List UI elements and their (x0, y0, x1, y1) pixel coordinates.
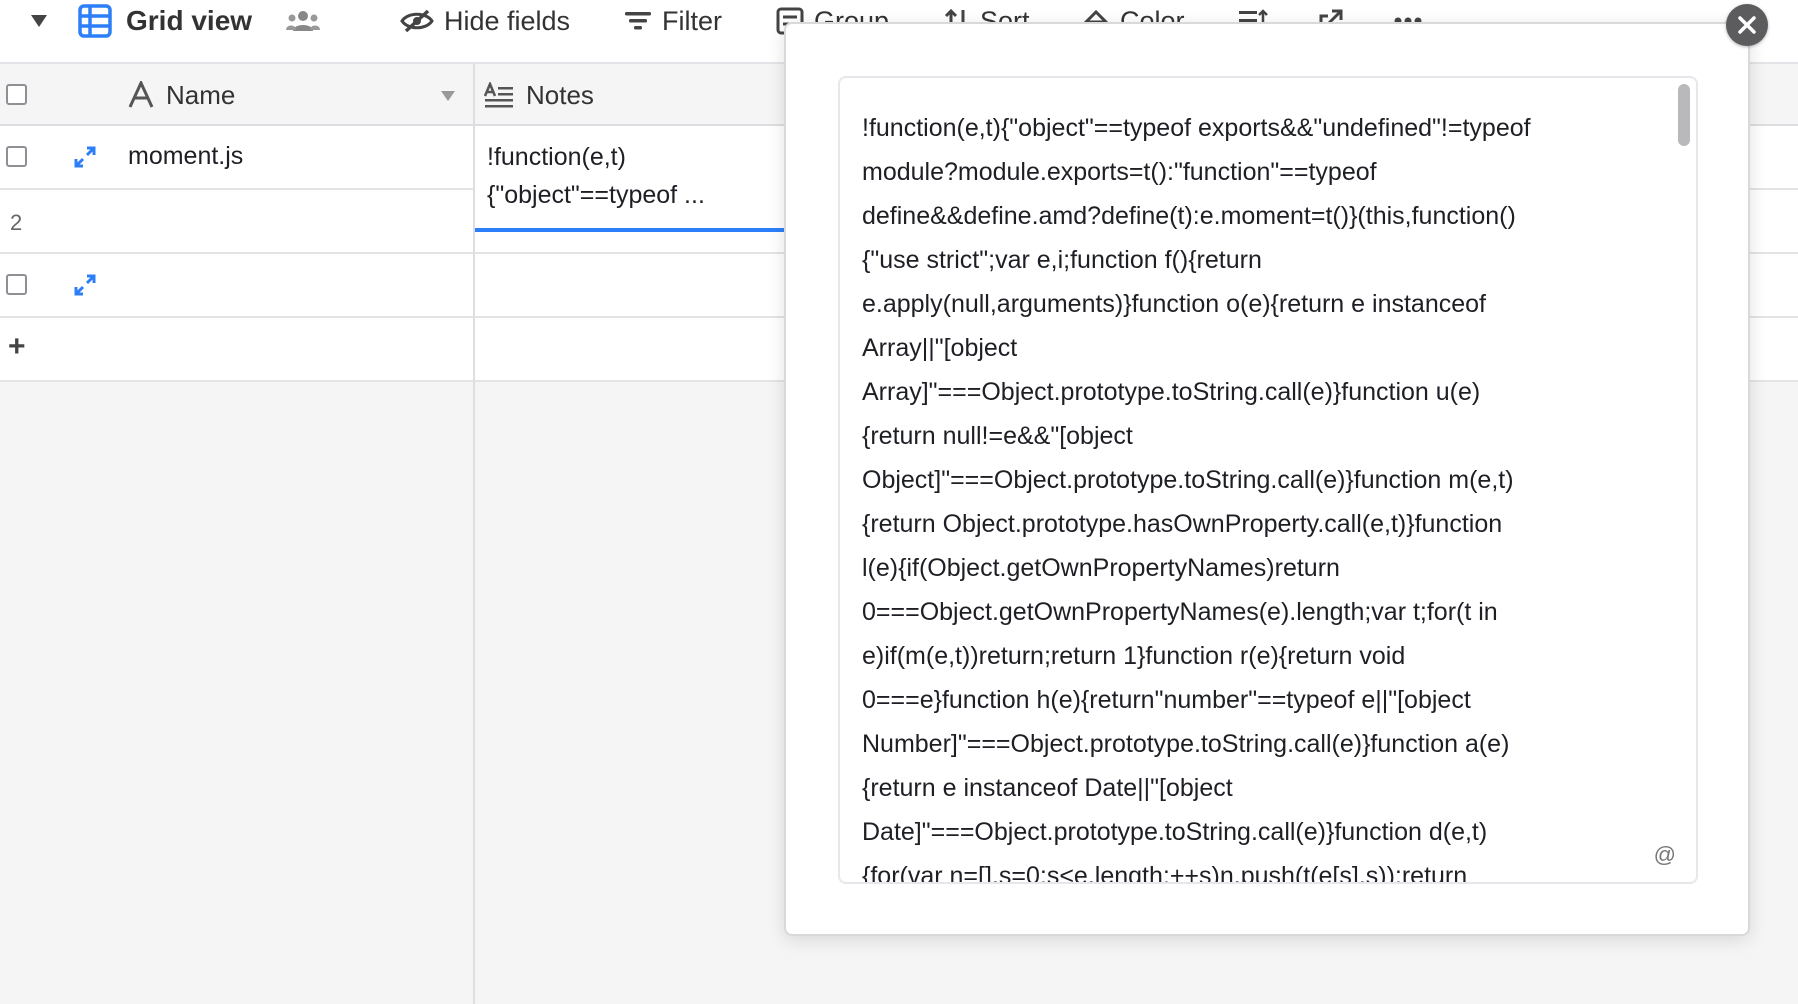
grid-view-switcher[interactable]: Grid view (78, 0, 252, 42)
row-primary-cells: moment.js (0, 126, 473, 188)
text-line: Array]"===Object.prototype.toString.call… (862, 378, 1481, 406)
long-text-content[interactable]: !function(e,t){"object"==typeof exports&… (862, 106, 1642, 884)
column-header-notes[interactable]: Notes (484, 64, 784, 126)
add-row-button[interactable]: + (8, 330, 26, 364)
row-number: 2 (10, 210, 23, 235)
long-text-expanded-popup: !function(e,t){"object"==typeof exports&… (784, 22, 1750, 936)
expand-record-icon[interactable] (74, 274, 96, 296)
text-field-icon (128, 81, 154, 108)
text-line: 0===e}function h(e){return"number"==type… (862, 686, 1471, 714)
caret-down-icon (31, 15, 47, 27)
column-menu-caret-icon[interactable] (441, 91, 455, 101)
expand-record-icon[interactable] (74, 146, 96, 168)
filter-button[interactable]: Filter (624, 0, 722, 42)
view-menu-toggle[interactable] (30, 0, 48, 42)
collaborators-button[interactable] (286, 0, 320, 42)
column-name-label: Name (166, 79, 236, 110)
column-notes-label: Notes (526, 79, 594, 110)
text-line: Array||"[object (862, 334, 1018, 362)
text-line: e.apply(null,arguments)}function o(e){re… (862, 290, 1486, 318)
text-line: 0===Object.getOwnPropertyNames(e).length… (862, 598, 1498, 626)
text-line: {return e instanceof Date||"[object (862, 774, 1233, 802)
scrollbar-thumb[interactable] (1678, 84, 1690, 146)
text-line: Number]"===Object.prototype.toString.cal… (862, 730, 1510, 758)
text-line: {return null!=e&&"[object (862, 422, 1133, 450)
mention-button[interactable]: @ (1654, 842, 1676, 868)
close-icon (1738, 16, 1756, 34)
filter-label: Filter (662, 5, 722, 36)
text-line: Object]"===Object.prototype.toString.cal… (862, 466, 1514, 494)
row-checkbox[interactable] (6, 146, 27, 167)
text-line: define&&define.amd?define(t):e.moment=t(… (862, 202, 1516, 230)
notes-cell-active[interactable]: !function(e,t) {"object"==typeof ... (475, 126, 786, 232)
notes-cell-line: !function(e,t) (487, 143, 626, 171)
row-primary-cells: 2 (0, 190, 473, 252)
name-cell[interactable]: moment.js (128, 142, 243, 171)
grid-view-icon (78, 4, 112, 38)
add-row-cell[interactable]: + (0, 318, 473, 380)
long-text-icon (484, 82, 513, 108)
select-all-cell (0, 64, 60, 126)
hide-fields-button[interactable]: Hide fields (400, 0, 570, 42)
text-line: module?module.exports=t():"function"==ty… (862, 158, 1377, 186)
row-checkbox[interactable] (6, 274, 27, 295)
text-line: {for(var n=[],s=0;s<e.length;++s)n.push(… (862, 862, 1468, 884)
long-text-editor[interactable]: !function(e,t){"object"==typeof exports&… (838, 76, 1698, 884)
notes-cell-line: {"object"==typeof ... (487, 181, 705, 209)
hide-fields-label: Hide fields (444, 5, 571, 36)
text-line: Date]"===Object.prototype.toString.call(… (862, 818, 1488, 846)
filter-icon (625, 12, 651, 30)
select-all-checkbox[interactable] (6, 84, 27, 105)
row-primary-cells (0, 254, 473, 316)
text-line: e)if(m(e,t))return;return 1}function r(e… (862, 642, 1406, 670)
text-line: !function(e,t){"object"==typeof exports&… (862, 114, 1531, 142)
view-name: Grid view (126, 5, 253, 36)
close-popup-button[interactable] (1726, 4, 1768, 46)
eye-slash-icon (400, 9, 434, 33)
text-line: {return Object.prototype.hasOwnProperty.… (862, 510, 1503, 538)
text-line: {"use strict";var e,i;function f(){retur… (862, 246, 1262, 274)
text-line: l(e){if(Object.getOwnPropertyNames)retur… (862, 554, 1340, 582)
column-header-name[interactable]: Name (128, 64, 473, 126)
people-icon (286, 11, 320, 31)
